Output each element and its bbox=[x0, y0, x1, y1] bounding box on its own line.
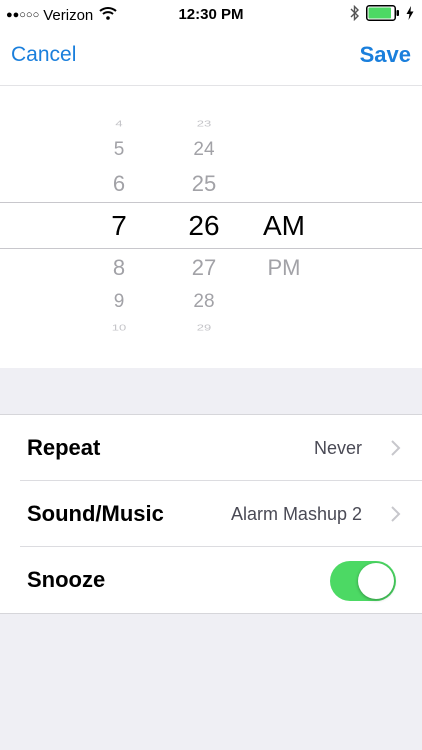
bluetooth-icon bbox=[350, 4, 360, 26]
repeat-value: Never bbox=[313, 438, 362, 458]
navigation-bar: Cancel Save bbox=[0, 30, 422, 86]
hour-option[interactable]: 8 bbox=[113, 255, 125, 281]
hour-option[interactable]: 9 bbox=[114, 291, 125, 313]
time-picker[interactable]: 4 5 6 7 8 9 10 23 24 25 26 27 28 29 AM PM bbox=[0, 86, 422, 368]
hour-option[interactable]: 10 bbox=[112, 324, 126, 333]
picker-selection-top-line bbox=[0, 202, 422, 203]
minute-option[interactable]: 27 bbox=[192, 255, 216, 281]
sound-music-value: Alarm Mashup 2 bbox=[230, 504, 362, 524]
chevron-right-icon bbox=[390, 439, 402, 462]
minute-option[interactable]: 26 bbox=[188, 210, 219, 242]
period-option[interactable]: PM bbox=[268, 255, 301, 281]
period-option[interactable]: AM bbox=[263, 210, 305, 242]
cancel-button[interactable]: Cancel bbox=[11, 43, 76, 67]
sound-music-row[interactable]: Sound/Music Alarm Mashup 2 bbox=[0, 481, 422, 547]
hour-option[interactable]: 5 bbox=[114, 139, 125, 161]
status-icons bbox=[350, 4, 414, 26]
status-bar: ●●○○○ Verizon 12:30 PM bbox=[0, 0, 422, 30]
sound-music-label: Sound/Music bbox=[27, 501, 164, 526]
hour-option[interactable]: 6 bbox=[113, 171, 125, 197]
charging-bolt-icon bbox=[406, 6, 414, 25]
minute-option[interactable]: 23 bbox=[197, 120, 211, 129]
snooze-row: Snooze bbox=[0, 547, 422, 613]
snooze-toggle[interactable] bbox=[330, 561, 396, 601]
toggle-knob[interactable] bbox=[358, 563, 394, 599]
battery-icon bbox=[366, 5, 400, 26]
section-spacer bbox=[0, 368, 422, 414]
save-button[interactable]: Save bbox=[360, 42, 411, 68]
alarm-settings-list: Repeat Never Sound/Music Alarm Mashup 2 … bbox=[0, 414, 422, 614]
minute-option[interactable]: 24 bbox=[193, 139, 214, 161]
picker-selection-bottom-line bbox=[0, 248, 422, 249]
repeat-label: Repeat bbox=[27, 435, 101, 460]
hour-option[interactable]: 4 bbox=[115, 120, 122, 129]
minute-option[interactable]: 25 bbox=[192, 171, 216, 197]
snooze-label: Snooze bbox=[27, 567, 106, 592]
repeat-row[interactable]: Repeat Never bbox=[0, 415, 422, 481]
hour-option[interactable]: 7 bbox=[111, 210, 127, 242]
chevron-right-icon bbox=[390, 505, 402, 528]
minute-option[interactable]: 28 bbox=[193, 291, 214, 313]
minute-option[interactable]: 29 bbox=[197, 324, 211, 333]
